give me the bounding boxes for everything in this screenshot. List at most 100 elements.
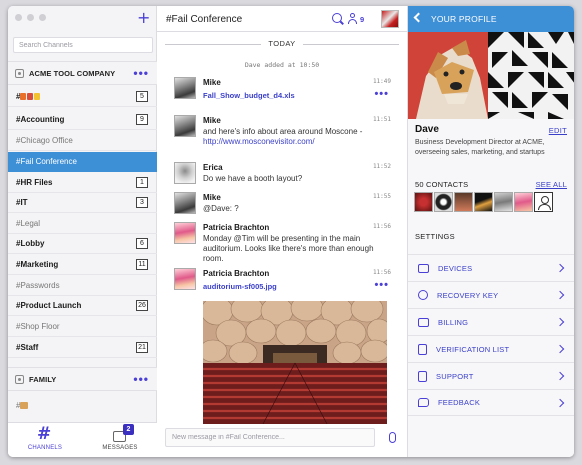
attach-icon[interactable] [389, 432, 396, 443]
avatar[interactable] [174, 77, 196, 99]
contact-avatar[interactable] [454, 192, 473, 212]
team-icon [15, 68, 24, 78]
channel-item-family-dog[interactable]: # [8, 395, 157, 415]
channel-item-it[interactable]: #IT 3 [8, 193, 157, 213]
chevron-right-icon [555, 290, 565, 300]
tab-messages[interactable]: 2 MESSAGES [83, 423, 157, 457]
edit-profile-link[interactable]: EDIT [549, 126, 567, 135]
chat-pane: #Fail Conference 9 TODAY Dave added at 1… [157, 6, 407, 457]
message-author[interactable]: Patricia Brachton [203, 223, 269, 232]
team-header-acme[interactable]: ACME TOOL COMPANY ••• [8, 61, 157, 85]
pizza-emoji-icon [27, 93, 34, 101]
message-time: 11:56 [372, 269, 391, 276]
message-input[interactable] [166, 429, 374, 446]
message-link[interactable]: http://www.mosconevisitor.com/ [203, 137, 315, 146]
message-text: @Dave: ? [203, 204, 239, 213]
message-text: Monday @Tim will be presenting in the ma… [203, 234, 374, 263]
avatar[interactable] [174, 162, 196, 184]
settings-label: BILLING [438, 317, 469, 327]
channel-item-product-launch[interactable]: #Product Launch 26 [8, 296, 157, 316]
channel-item-lobby[interactable]: #Lobby 6 [8, 234, 157, 254]
devices-icon [418, 263, 429, 273]
avatar[interactable] [174, 222, 196, 244]
profile-header: YOUR PROFILE [408, 6, 574, 32]
channel-item-hr-files[interactable]: #HR Files 1 [8, 173, 157, 193]
image-attachment-link[interactable]: auditorium-sf005.jpg [203, 282, 277, 291]
attachment-more-button[interactable]: ••• [374, 280, 389, 291]
channel-name: #Shop Floor [16, 322, 60, 331]
id-card-icon [418, 343, 427, 355]
member-count[interactable]: 9 [360, 15, 364, 24]
channel-item-accounting[interactable]: #Accounting 9 [8, 110, 157, 130]
message-author[interactable]: Mike [203, 193, 221, 202]
message-item: Erica 11:52 Do we have a booth layout? [174, 162, 399, 190]
settings-item-billing[interactable]: BILLING [408, 308, 574, 335]
window-controls [15, 14, 46, 21]
team-name: FAMILY [29, 374, 57, 384]
contact-avatar[interactable] [414, 192, 433, 212]
channel-item-passwords[interactable]: #Passwords [8, 276, 157, 296]
back-chevron-icon[interactable] [413, 12, 424, 23]
channel-item-fail-conference[interactable]: #Fail Conference [8, 152, 157, 172]
close-window-button[interactable] [15, 14, 22, 21]
support-icon [418, 370, 427, 382]
team-more-button[interactable]: ••• [133, 373, 149, 385]
message-author[interactable]: Mike [203, 116, 221, 125]
contact-avatar[interactable] [474, 192, 493, 212]
settings-item-devices[interactable]: DEVICES [408, 254, 574, 281]
see-all-contacts-link[interactable]: SEE ALL [536, 180, 567, 189]
attachment-more-button[interactable]: ••• [374, 89, 389, 100]
search-icon[interactable] [332, 13, 342, 23]
add-contact-icon[interactable] [534, 192, 553, 212]
team-header-family[interactable]: FAMILY ••• [8, 367, 157, 391]
contact-avatar[interactable] [494, 192, 513, 212]
chevron-right-icon [555, 317, 565, 327]
profile-cover-image [408, 32, 574, 119]
file-attachment-link[interactable]: Fall_Show_budget_d4.xls [203, 91, 295, 100]
channel-item-marketing[interactable]: #Marketing 11 [8, 255, 157, 275]
team-more-button[interactable]: ••• [133, 67, 149, 79]
message-text: and here's info about area around Moscon… [203, 127, 363, 146]
message-item: Patricia Brachton 11:56 auditorium-sf005… [174, 268, 399, 298]
unread-count: 6 [136, 238, 148, 249]
contact-avatar[interactable] [434, 192, 453, 212]
settings-label: FEEDBACK [438, 398, 481, 407]
avatar[interactable] [174, 268, 196, 290]
contact-avatar[interactable] [514, 192, 533, 212]
auditorium-image[interactable] [203, 301, 387, 424]
message-time: 11:51 [372, 116, 391, 123]
unread-count: 9 [136, 114, 148, 125]
chevron-right-icon [555, 371, 565, 381]
channel-name: #Legal [16, 219, 41, 228]
settings-item-recovery-key[interactable]: RECOVERY KEY [408, 281, 574, 308]
tab-label: MESSAGES [102, 445, 138, 451]
settings-item-support[interactable]: SUPPORT [408, 362, 574, 389]
channel-item-emoji[interactable]: # 5 [8, 87, 157, 107]
channel-item-legal[interactable]: #Legal [8, 214, 157, 234]
tab-channels[interactable]: # CHANNELS [8, 423, 82, 457]
avatar[interactable] [174, 115, 196, 137]
settings-item-verification-list[interactable]: VERIFICATION LIST [408, 335, 574, 362]
message-author[interactable]: Erica [203, 163, 223, 172]
profile-name: Dave [415, 124, 439, 135]
members-icon[interactable] [348, 13, 357, 24]
user-avatar[interactable] [381, 10, 399, 28]
minimize-window-button[interactable] [27, 14, 34, 21]
avatar[interactable] [174, 192, 196, 214]
search-channels-input[interactable] [14, 38, 152, 52]
channel-name: #Fail Conference [16, 157, 77, 166]
contacts-strip [414, 192, 553, 212]
message-author[interactable]: Patricia Brachton [203, 269, 269, 278]
message-time: 11:49 [372, 78, 391, 85]
maximize-window-button[interactable] [39, 14, 46, 21]
add-channel-button[interactable]: + [137, 10, 150, 26]
chevron-right-icon [555, 263, 565, 273]
channel-item-chicago-office[interactable]: #Chicago Office [8, 131, 157, 151]
channel-item-staff[interactable]: #Staff 21 [8, 338, 157, 358]
settings-item-feedback[interactable]: FEEDBACK [408, 389, 574, 416]
message-time: 11:55 [372, 193, 391, 200]
message-author[interactable]: Mike [203, 78, 221, 87]
channel-item-shop-floor[interactable]: #Shop Floor [8, 317, 157, 337]
tab-label: CHANNELS [27, 445, 63, 451]
chat-icon [418, 398, 429, 407]
